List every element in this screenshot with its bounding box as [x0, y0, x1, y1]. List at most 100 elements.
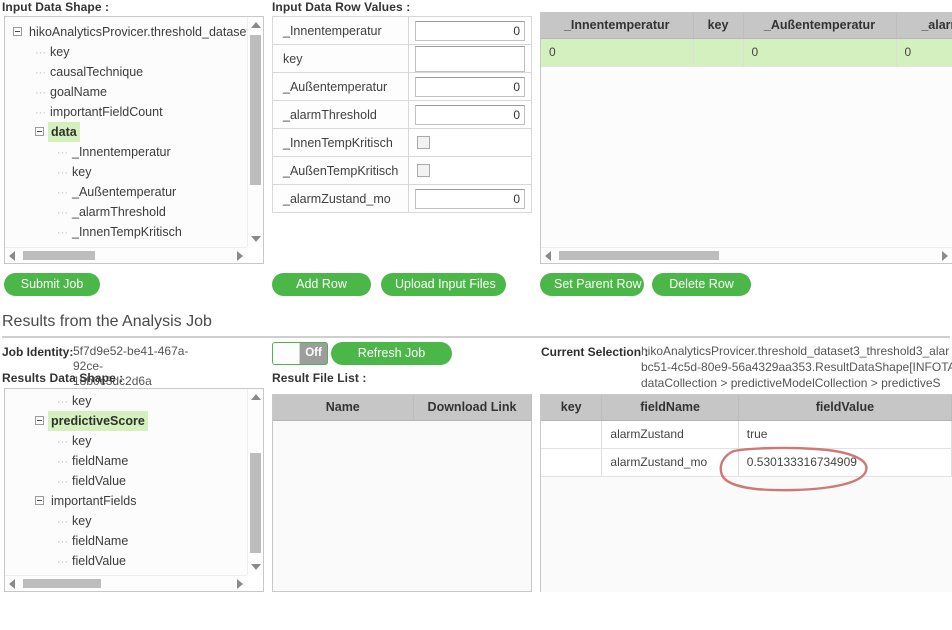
grid-cell[interactable]: [541, 448, 603, 477]
form-field-cell: [408, 128, 532, 157]
grid-empty-cell: [541, 476, 602, 592]
scroll-left-icon[interactable]: [9, 579, 15, 589]
tree-node[interactable]: ··· key: [5, 391, 247, 411]
grid-column-header[interactable]: _Außentemperatur: [743, 13, 897, 39]
collapse-icon[interactable]: [35, 416, 44, 426]
results-data-shape-tree-panel[interactable]: ··· key predictiveScore ··· key ··· fieldName ·…: [4, 388, 264, 592]
grid-empty-cell: [541, 66, 693, 246]
grid-column-header[interactable]: key: [541, 395, 603, 421]
scroll-right-icon[interactable]: [942, 251, 948, 261]
tree-node[interactable]: ··· fieldValue: [5, 551, 247, 571]
tree-node[interactable]: ··· key: [5, 42, 247, 62]
tree-node[interactable]: ··· goalName: [5, 82, 247, 102]
tree-node[interactable]: ··· _Außentemperatur: [5, 182, 247, 202]
delete-row-button[interactable]: Delete Row: [652, 273, 751, 296]
tree-node[interactable]: ··· importantFieldCount: [5, 102, 247, 122]
input-row-values-table: _Innentemperaturkey_Außentemperatur_alar…: [271, 16, 532, 213]
input-data-grid[interactable]: _Innentemperatur key _Außentemperatur _alar…: [541, 13, 952, 247]
grid-cell[interactable]: [541, 420, 603, 449]
input-data-shape-tree-panel[interactable]: hikoAnalyticsProvicer.threshold_dataset3…: [4, 16, 264, 264]
grid-cell[interactable]: alarmZustand_mo: [601, 448, 739, 477]
results-heading: Results from the Analysis Job: [2, 313, 212, 330]
tree-node[interactable]: ··· fieldName: [5, 531, 247, 551]
scroll-right-icon[interactable]: [237, 579, 243, 589]
form-field-label: _AußenTempKritisch: [271, 156, 410, 185]
table-row[interactable]: alarmZustand_mo 0.530133316734909: [541, 448, 952, 477]
checkbox-_AußenTempKritisch[interactable]: [417, 164, 431, 177]
grid-column-header[interactable]: Name: [273, 395, 414, 421]
tree-node[interactable]: hikoAnalyticsProvicer.threshold_dataset3…: [5, 22, 247, 42]
scroll-down-icon[interactable]: [251, 564, 261, 570]
tree-node[interactable]: predictiveScore: [5, 411, 247, 431]
scroll-up-icon[interactable]: [251, 22, 261, 28]
results-data-shape-tree[interactable]: ··· key predictiveScore ··· key ··· fieldName ·…: [5, 389, 247, 575]
tree-node[interactable]: ··· fieldName: [5, 451, 247, 471]
input-data-shape-label: Input Data Shape :: [2, 0, 110, 14]
collapse-icon[interactable]: [35, 127, 44, 137]
scroll-up-icon[interactable]: [251, 394, 261, 400]
input-grid-hscroll-thumb[interactable]: [559, 251, 719, 260]
results-tree-scroll-thumb[interactable]: [250, 453, 261, 553]
upload-input-files-button[interactable]: Upload Input Files: [381, 273, 506, 296]
results-grid-panel[interactable]: key fieldName fieldValue alarmZustand true al…: [540, 394, 952, 592]
result-file-list-panel[interactable]: Name Download Link: [272, 394, 532, 592]
toggle-knob[interactable]: [273, 343, 300, 364]
grid-cell[interactable]: true: [738, 420, 952, 449]
table-row[interactable]: alarmZustand true: [541, 420, 952, 449]
tree-node[interactable]: ··· _Innentemperatur: [5, 142, 247, 162]
input-_Außentemperatur[interactable]: [415, 76, 525, 97]
input-tree-hscroll-thumb[interactable]: [23, 251, 95, 260]
grid-cell[interactable]: [693, 38, 744, 67]
grid-column-header[interactable]: _alarm: [896, 13, 952, 39]
grid-column-header[interactable]: key: [693, 13, 744, 39]
tree-node[interactable]: ··· key: [5, 431, 247, 451]
tree-connector-icon: ···: [57, 555, 68, 568]
grid-column-header[interactable]: fieldValue: [738, 395, 952, 421]
grid-cell[interactable]: 0.530133316734909: [738, 448, 952, 477]
add-row-button[interactable]: Add Row: [272, 273, 371, 296]
results-tree-hscroll-thumb[interactable]: [23, 579, 101, 588]
submit-job-button[interactable]: Submit Job: [4, 273, 100, 296]
input-_alarmThreshold[interactable]: [415, 104, 525, 125]
input-tree-scroll-thumb[interactable]: [250, 35, 261, 185]
current-selection-label: Current Selection :: [541, 345, 649, 359]
scroll-right-icon[interactable]: [237, 251, 243, 261]
input-grid-horizontal-scrollbar[interactable]: [541, 247, 952, 263]
checkbox-_InnenTempKritisch[interactable]: [417, 136, 431, 149]
scroll-down-icon[interactable]: [251, 236, 261, 242]
collapse-icon[interactable]: [35, 496, 44, 506]
input-_Innentemperatur[interactable]: [415, 20, 525, 41]
grid-column-header[interactable]: fieldName: [601, 395, 739, 421]
input-_alarmZustand_mo[interactable]: [415, 188, 525, 209]
grid-column-header[interactable]: Download Link: [413, 395, 532, 421]
input-data-shape-tree[interactable]: hikoAnalyticsProvicer.threshold_dataset3…: [5, 17, 247, 247]
tree-node[interactable]: data: [5, 122, 247, 142]
input-data-grid-panel[interactable]: _Innentemperatur key _Außentemperatur _alar…: [540, 12, 952, 264]
tree-node[interactable]: ··· key: [5, 162, 247, 182]
grid-cell[interactable]: alarmZustand: [601, 420, 739, 449]
input-row-values-panel: _Innentemperaturkey_Außentemperatur_alar…: [271, 16, 532, 232]
scroll-left-icon[interactable]: [545, 251, 551, 261]
scroll-left-icon[interactable]: [9, 251, 15, 261]
table-row[interactable]: 000: [541, 38, 952, 67]
grid-header-row: Name Download Link: [273, 395, 532, 421]
auto-refresh-toggle[interactable]: Off: [272, 342, 328, 365]
input-tree-horizontal-scrollbar[interactable]: [5, 247, 247, 263]
collapse-icon[interactable]: [13, 27, 22, 37]
input-tree-vertical-scrollbar[interactable]: [247, 17, 263, 247]
tree-node[interactable]: ··· _alarmThreshold: [5, 202, 247, 222]
tree-node[interactable]: ··· _InnenTempKritisch: [5, 222, 247, 242]
grid-cell[interactable]: 0: [541, 38, 694, 67]
grid-cell[interactable]: 0: [743, 38, 897, 67]
tree-node[interactable]: ··· fieldValue: [5, 471, 247, 491]
grid-cell[interactable]: 0: [896, 38, 952, 67]
input-key[interactable]: [415, 45, 525, 72]
refresh-job-button[interactable]: Refresh Job: [331, 342, 452, 365]
results-tree-horizontal-scrollbar[interactable]: [5, 575, 247, 591]
tree-node[interactable]: ··· key: [5, 511, 247, 531]
set-parent-row-button[interactable]: Set Parent Row: [540, 273, 644, 296]
results-tree-vertical-scrollbar[interactable]: [247, 389, 263, 575]
tree-node[interactable]: ··· causalTechnique: [5, 62, 247, 82]
tree-node[interactable]: importantFields: [5, 491, 247, 511]
grid-column-header[interactable]: _Innentemperatur: [541, 13, 694, 39]
